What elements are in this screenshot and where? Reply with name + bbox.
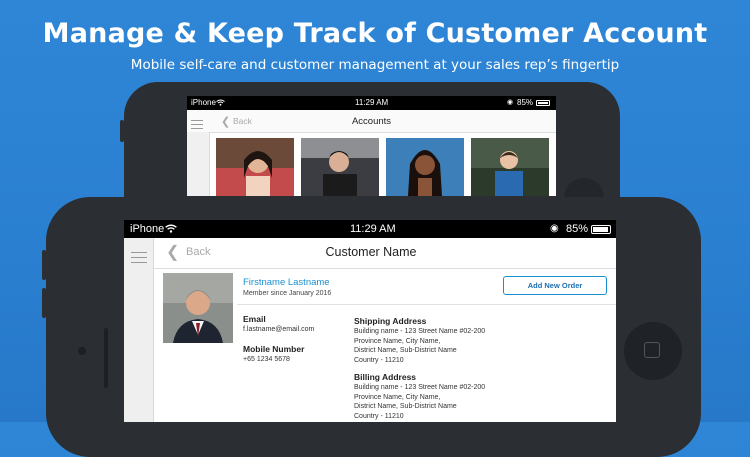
carrier-label: iPhone xyxy=(130,223,165,235)
back-phone-screen: iPhone 11:29 AM ◉ 85% ❮ Back Accounts xyxy=(187,96,556,196)
email-label: Email xyxy=(243,314,266,324)
wifi-icon xyxy=(216,99,225,106)
customer-avatar xyxy=(163,273,233,343)
hamburger-icon[interactable] xyxy=(191,120,203,129)
shipping-address-label: Shipping Address xyxy=(354,316,427,326)
billing-address-line: District Name, Sub-District Name xyxy=(354,403,457,410)
email-value[interactable]: f.lastname@email.com xyxy=(243,325,314,335)
status-bar: iPhone 11:29 AM ◉ 85% xyxy=(187,96,556,110)
customer-photo[interactable] xyxy=(386,138,464,196)
mobile-value[interactable]: +65 1234 5678 xyxy=(243,355,290,365)
customer-photo[interactable] xyxy=(471,138,549,196)
carrier-label: iPhone xyxy=(191,98,216,107)
divider xyxy=(237,304,616,305)
hero-subtitle: Mobile self-care and customer management… xyxy=(130,57,620,73)
speaker-slot xyxy=(104,328,108,388)
status-bar: iPhone 11:29 AM ◉ 85% xyxy=(124,220,616,238)
battery-percent: 85% xyxy=(517,98,534,107)
battery-percent: 85% xyxy=(566,223,589,235)
navigation-bar: ❮ Back Customer Name xyxy=(154,238,616,269)
shipping-address-line: Building name - 123 Street Name #02-200 xyxy=(354,328,486,335)
volume-button xyxy=(120,120,124,142)
wifi-icon xyxy=(165,224,177,233)
customer-photo[interactable] xyxy=(301,138,379,196)
sidebar xyxy=(124,238,154,422)
sidebar xyxy=(187,132,210,196)
hamburger-icon[interactable] xyxy=(131,252,147,263)
billing-address-line: Province Name, City Name, xyxy=(354,393,441,401)
billing-address-line: Country - 11210 xyxy=(354,412,404,420)
front-phone-screen: iPhone 11:29 AM ◉ 85% ❮ Back Customer Na… xyxy=(124,220,616,422)
lock-rotation-icon: ◉ xyxy=(507,99,514,106)
shipping-address-line: Province Name, City Name, xyxy=(354,337,441,345)
battery-icon xyxy=(591,225,611,234)
shipping-address-line: District Name, Sub-District Name xyxy=(354,347,457,354)
mobile-label: Mobile Number xyxy=(243,344,305,354)
add-new-order-button[interactable]: Add New Order xyxy=(503,276,607,295)
shipping-address-line: Country - 11210 xyxy=(354,356,404,364)
home-button[interactable] xyxy=(624,322,682,380)
member-since: Member since January 2016 xyxy=(243,290,332,297)
camera-dot xyxy=(78,347,86,355)
customer-name: Firstname Lastname xyxy=(243,277,330,288)
page-title: Customer Name xyxy=(325,245,417,259)
battery-icon xyxy=(536,100,550,106)
billing-address-line: Building name - 123 Street Name #02-200 xyxy=(354,384,486,391)
customer-photo[interactable] xyxy=(216,138,294,196)
billing-address-label: Billing Address xyxy=(354,372,417,382)
status-time: 11:29 AM xyxy=(355,98,389,107)
hero-title: Manage & Keep Track of Customer Account xyxy=(42,18,708,49)
status-time: 11:29 AM xyxy=(350,223,396,235)
lock-rotation-icon: ◉ xyxy=(550,223,559,234)
page-title: Accounts xyxy=(351,116,392,127)
volume-button xyxy=(42,250,46,280)
volume-button xyxy=(42,288,46,318)
navigation-bar: ❮ Back Accounts xyxy=(187,110,556,133)
